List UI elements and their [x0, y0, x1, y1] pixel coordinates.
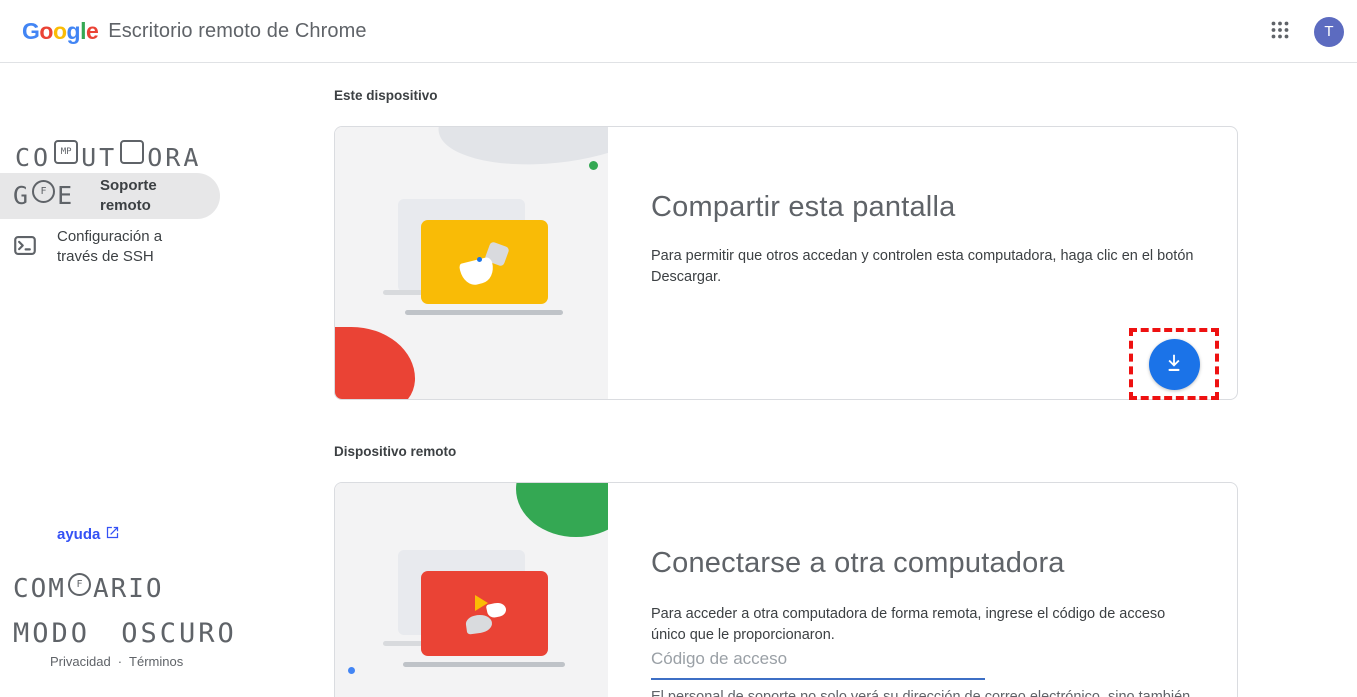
card-title: Conectarse a otra computadora	[651, 547, 1065, 580]
access-code-input[interactable]	[651, 643, 985, 680]
card-title: Compartir esta pantalla	[651, 191, 955, 224]
connect-card: Conectarse a otra computadora Para acced…	[334, 482, 1238, 697]
open-in-new-icon	[105, 525, 120, 544]
laptop-base-bar	[405, 310, 563, 315]
connect-illustration	[335, 483, 608, 697]
download-icon	[1163, 352, 1185, 377]
privacy-link[interactable]: Privacidad	[50, 654, 111, 669]
sidebar: COMPUT ORA GFE Soporte remoto Configuraci…	[0, 63, 240, 697]
sidebar-footer: Privacidad · Términos	[50, 654, 183, 669]
sidebar-item-label: Configuración a través de SSH	[57, 227, 182, 267]
highlight-annotation	[1129, 328, 1219, 400]
laptop-front-screen	[421, 571, 548, 656]
decorative-blob	[434, 127, 608, 175]
terminal-icon	[14, 236, 36, 260]
footer-separator: ·	[118, 654, 122, 669]
support-glitch-icon: GFE	[13, 180, 74, 210]
section-label-this-device: Este dispositivo	[334, 88, 438, 103]
missing-glyph-circle-icon: F	[68, 573, 91, 596]
page-title: Escritorio remoto de Chrome	[108, 20, 366, 43]
chrome-remote-desktop-page: Google Escritorio remoto de Chrome T COM…	[0, 0, 1357, 697]
help-link[interactable]: ayuda	[57, 525, 120, 544]
sidebar-item-ssh[interactable]: Configuración a través de SSH	[0, 223, 220, 275]
download-button[interactable]	[1149, 339, 1200, 390]
card-description: Para acceder a otra computadora de forma…	[651, 604, 1199, 646]
dark-mode-toggle[interactable]: MODO OSCURO	[13, 618, 240, 649]
glitch-text: ORA	[147, 143, 201, 172]
laptop-base-bar	[403, 662, 565, 667]
missing-glyph-box-icon	[120, 140, 144, 164]
decorative-dot	[348, 667, 355, 674]
sidebar-item-computadora[interactable]: COMPUT ORA	[15, 140, 225, 172]
logo-letter: g	[67, 18, 81, 45]
section-label-remote-device: Dispositivo remoto	[334, 444, 456, 459]
apps-grid-button[interactable]	[1260, 12, 1300, 52]
logo-letter: e	[86, 18, 98, 45]
laptop-base-line	[383, 290, 423, 295]
apps-grid-icon	[1271, 21, 1289, 42]
decorative-dot	[477, 257, 482, 262]
missing-glyph-box-icon: MP	[54, 140, 78, 164]
logo-letter: o	[53, 18, 67, 45]
laptop-front-screen	[421, 220, 548, 304]
glitch-text: COM	[13, 574, 66, 604]
terms-link[interactable]: Términos	[129, 654, 183, 669]
decorative-wedge	[486, 601, 507, 619]
card-footnote: El personal de soporte no solo verá su d…	[651, 687, 1231, 697]
sidebar-item-comentario[interactable]: COMFARIO	[13, 573, 240, 604]
app-header: Google Escritorio remoto de Chrome T	[0, 0, 1357, 63]
glitch-text: CO	[15, 143, 51, 172]
share-screen-card: Compartir esta pantalla Para permitir qu…	[334, 126, 1238, 400]
avatar[interactable]: T	[1314, 17, 1344, 47]
share-screen-illustration	[335, 127, 608, 399]
decorative-blob	[516, 483, 608, 537]
card-description: Para permitir que otros accedan y contro…	[651, 246, 1199, 288]
sidebar-item-soporte-remoto[interactable]: GFE Soporte remoto	[0, 173, 220, 219]
decorative-blob	[335, 327, 415, 399]
decorative-blob	[465, 613, 493, 634]
sidebar-item-label: Soporte remoto	[100, 176, 172, 216]
laptop-base-line	[383, 641, 423, 646]
glitch-text: ARIO	[93, 574, 164, 604]
logo-letter: G	[22, 18, 39, 45]
glitch-text: UT	[81, 143, 117, 172]
logo-letter: o	[39, 18, 53, 45]
decorative-dot	[589, 161, 598, 170]
google-logo[interactable]: Google	[22, 18, 98, 45]
help-link-label: ayuda	[57, 526, 100, 543]
missing-glyph-circle-icon: F	[32, 180, 55, 203]
